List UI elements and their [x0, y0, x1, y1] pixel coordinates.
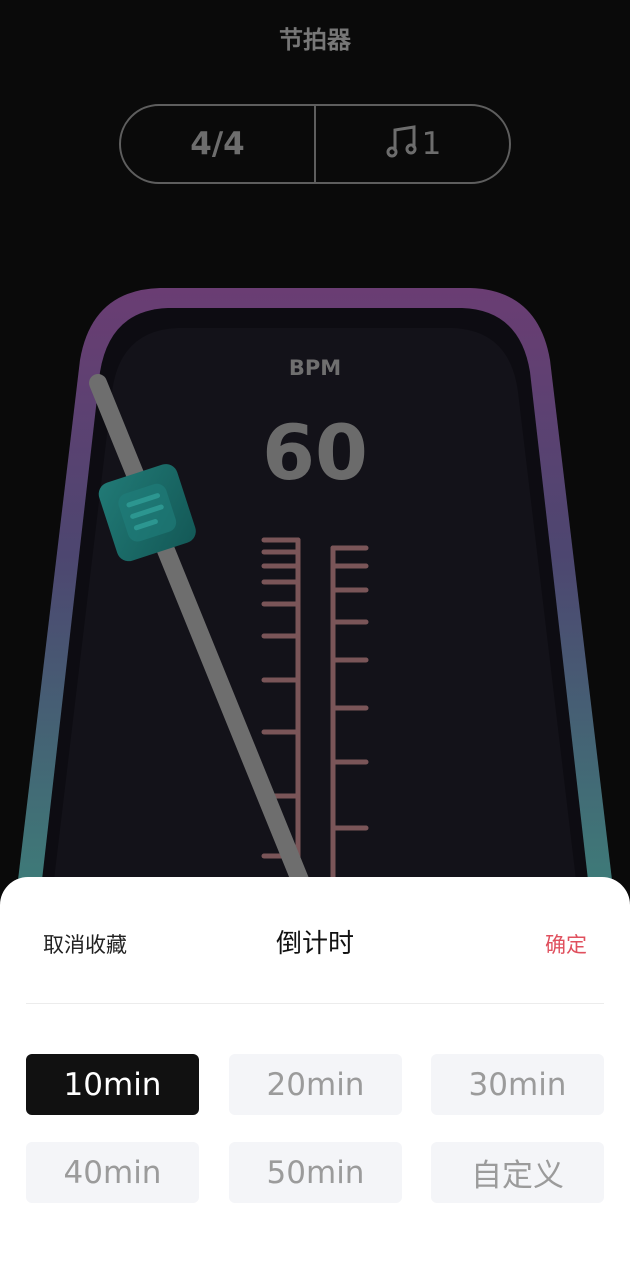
page-title: 节拍器: [279, 26, 351, 54]
metronome-screen: 节拍器 4/4 1 BPM 60 取消收藏 倒计时 确定 10min 20min…: [0, 0, 630, 1280]
time-signature-label: 4/4: [190, 126, 245, 162]
time-signature-button[interactable]: 4/4: [121, 106, 314, 182]
duration-option-custom[interactable]: 自定义: [431, 1142, 604, 1203]
duration-option-50min[interactable]: 50min: [229, 1142, 402, 1203]
duration-option-10min[interactable]: 10min: [26, 1054, 199, 1115]
sheet-divider: [26, 1003, 604, 1004]
note-subdivision-button[interactable]: 1: [316, 106, 509, 182]
metronome-settings-toggle: 4/4 1: [119, 104, 511, 184]
bpm-label: BPM: [288, 356, 342, 380]
countdown-sheet: 取消收藏 倒计时 确定 10min 20min 30min 40min 50mi…: [0, 877, 630, 1280]
note-count: 1: [421, 126, 442, 162]
duration-option-40min[interactable]: 40min: [26, 1142, 199, 1203]
duration-option-20min[interactable]: 20min: [229, 1054, 402, 1115]
cancel-favorite-button[interactable]: 取消收藏: [43, 929, 127, 959]
duration-option-30min[interactable]: 30min: [431, 1054, 604, 1115]
music-note-icon: [384, 124, 420, 164]
bpm-value[interactable]: 60: [0, 408, 630, 497]
confirm-button[interactable]: 确定: [545, 929, 587, 959]
